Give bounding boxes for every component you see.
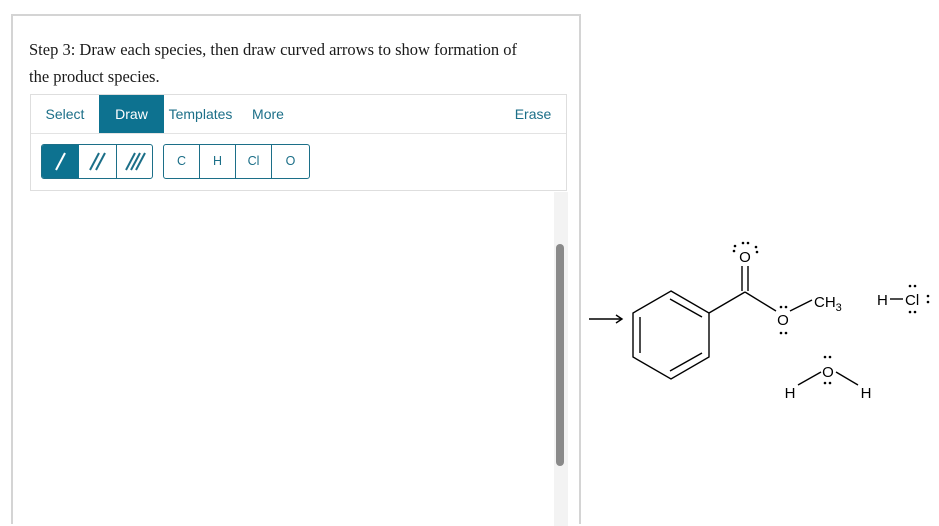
bond-tool-group <box>41 144 153 179</box>
hcl-hydrogen: H <box>877 292 888 309</box>
atom-tool-group: C H Cl O <box>163 144 310 179</box>
double-bond-button[interactable] <box>79 145 116 178</box>
water-hydrogen-left: H <box>785 385 796 402</box>
atom-o-button[interactable]: O <box>272 145 309 178</box>
benzene-ring <box>632 290 710 380</box>
double-bond-icon <box>89 152 106 171</box>
carbonyl-oxygen: O <box>739 249 751 266</box>
editor-tab-bar: Select Draw Templates More Erase <box>31 95 566 134</box>
atom-h-button[interactable]: H <box>200 145 236 178</box>
hcl-chlorine: Cl <box>905 292 919 309</box>
water-oxygen: O <box>822 364 834 381</box>
tab-templates[interactable]: Templates <box>164 95 237 133</box>
methyl-group: CH3 <box>814 294 842 314</box>
triple-bond-button[interactable] <box>116 145 152 178</box>
step-line-2: the product species. <box>29 67 160 86</box>
product-species-scene: O O CH3 O H H H Cl <box>589 241 930 402</box>
scrollbar-thumb[interactable] <box>556 244 564 466</box>
canvas-scrollbar[interactable] <box>554 192 568 526</box>
ether-oxygen: O <box>777 312 789 329</box>
water-bond-right <box>835 371 859 386</box>
atom-c-button[interactable]: C <box>164 145 200 178</box>
water-bond-left <box>797 371 822 386</box>
triple-bond-icon <box>125 152 146 171</box>
step-line-1: Step 3: Draw each species, then draw cur… <box>29 40 517 59</box>
atom-cl-button[interactable]: Cl <box>236 145 272 178</box>
single-bond-button[interactable] <box>42 145 79 178</box>
step-instructions: Step 3: Draw each species, then draw cur… <box>29 36 569 90</box>
ester-bonds <box>708 266 813 314</box>
water-hydrogen-right: H <box>861 385 872 402</box>
tab-select[interactable]: Select <box>31 95 99 133</box>
tab-more[interactable]: More <box>243 95 293 133</box>
drawing-editor: Select Draw Templates More Erase C H Cl … <box>30 94 567 191</box>
erase-button[interactable]: Erase <box>507 95 559 133</box>
question-panel: Step 3: Draw each species, then draw cur… <box>11 14 581 526</box>
tab-draw[interactable]: Draw <box>99 95 164 133</box>
single-bond-icon <box>55 152 66 171</box>
